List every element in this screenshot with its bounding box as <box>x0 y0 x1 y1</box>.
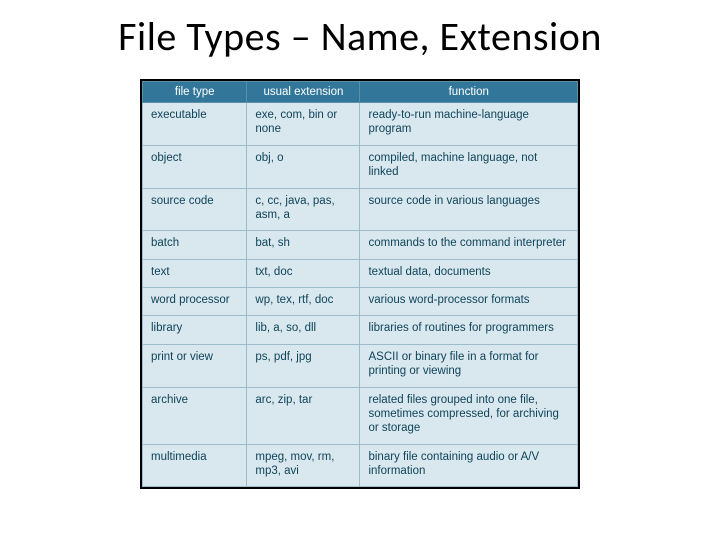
cell-function: binary file containing audio or A/V info… <box>360 444 578 487</box>
cell-extension: obj, o <box>247 145 360 188</box>
table-row: source code c, cc, java, pas, asm, a sou… <box>143 188 578 231</box>
table-row: batch bat, sh commands to the command in… <box>143 231 578 259</box>
cell-extension: mpeg, mov, rm, mp3, avi <box>247 444 360 487</box>
cell-file-type: text <box>143 259 247 287</box>
page-title: File Types – Name, Extension <box>40 12 680 61</box>
file-types-table-container: file type usual extension function execu… <box>140 79 580 489</box>
table-row: archive arc, zip, tar related files grou… <box>143 387 578 444</box>
table-row: word processor wp, tex, rtf, doc various… <box>143 288 578 316</box>
cell-extension: txt, doc <box>247 259 360 287</box>
table-row: object obj, o compiled, machine language… <box>143 145 578 188</box>
cell-file-type: word processor <box>143 288 247 316</box>
cell-file-type: print or view <box>143 344 247 387</box>
cell-file-type: batch <box>143 231 247 259</box>
table-row: print or view ps, pdf, jpg ASCII or bina… <box>143 344 578 387</box>
cell-function: compiled, machine language, not linked <box>360 145 578 188</box>
table-row: text txt, doc textual data, documents <box>143 259 578 287</box>
header-extension: usual extension <box>247 82 360 103</box>
header-function: function <box>360 82 578 103</box>
file-types-table: file type usual extension function execu… <box>142 81 578 487</box>
cell-extension: exe, com, bin or none <box>247 103 360 146</box>
table-row: library lib, a, so, dll libraries of rou… <box>143 316 578 344</box>
cell-extension: ps, pdf, jpg <box>247 344 360 387</box>
cell-file-type: multimedia <box>143 444 247 487</box>
cell-function: commands to the command interpreter <box>360 231 578 259</box>
cell-function: source code in various languages <box>360 188 578 231</box>
cell-file-type: library <box>143 316 247 344</box>
cell-extension: bat, sh <box>247 231 360 259</box>
cell-function: various word-processor formats <box>360 288 578 316</box>
header-file-type: file type <box>143 82 247 103</box>
cell-file-type: archive <box>143 387 247 444</box>
cell-function: textual data, documents <box>360 259 578 287</box>
cell-file-type: source code <box>143 188 247 231</box>
table-row: multimedia mpeg, mov, rm, mp3, avi binar… <box>143 444 578 487</box>
cell-extension: c, cc, java, pas, asm, a <box>247 188 360 231</box>
cell-file-type: object <box>143 145 247 188</box>
cell-function: libraries of routines for programmers <box>360 316 578 344</box>
cell-extension: wp, tex, rtf, doc <box>247 288 360 316</box>
cell-function: ASCII or binary file in a format for pri… <box>360 344 578 387</box>
cell-extension: arc, zip, tar <box>247 387 360 444</box>
cell-file-type: executable <box>143 103 247 146</box>
cell-extension: lib, a, so, dll <box>247 316 360 344</box>
table-row: executable exe, com, bin or none ready-t… <box>143 103 578 146</box>
cell-function: related files grouped into one file, som… <box>360 387 578 444</box>
table-header-row: file type usual extension function <box>143 82 578 103</box>
slide: File Types – Name, Extension file type u… <box>0 0 720 540</box>
cell-function: ready-to-run machine-language program <box>360 103 578 146</box>
